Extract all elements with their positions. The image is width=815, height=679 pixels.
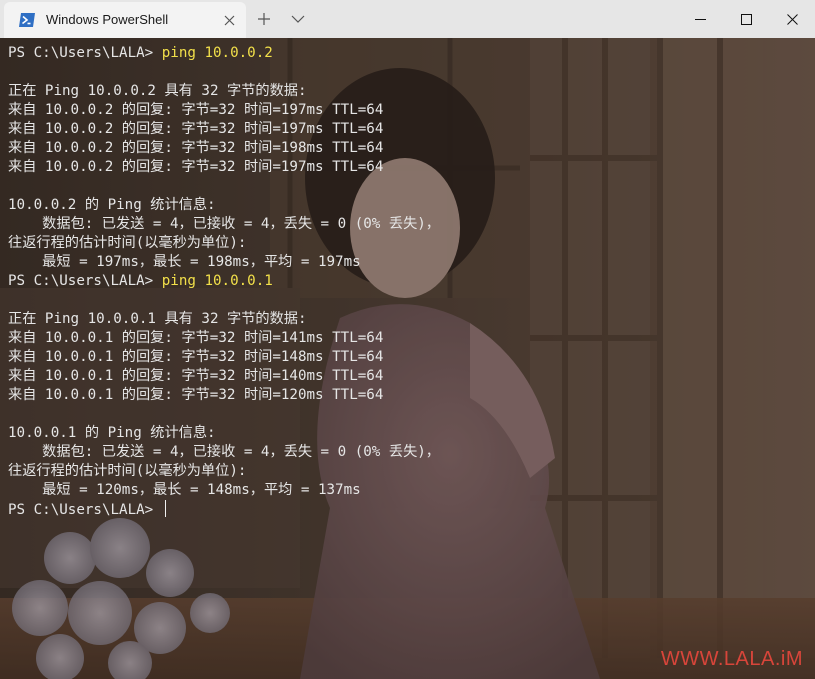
minimize-icon xyxy=(694,18,706,20)
output-line: 最短 = 120ms，最长 = 148ms，平均 = 137ms xyxy=(8,482,361,498)
title-bar[interactable]: Windows PowerShell xyxy=(0,0,815,38)
output-line: 来自 10.0.0.2 的回复: 字节=32 时间=197ms TTL=64 xyxy=(8,121,384,137)
prompt-line: PS C:\Users\LALA> ping 10.0.0.2 xyxy=(8,44,808,63)
output-line: 10.0.0.2 的 Ping 统计信息: xyxy=(8,197,216,213)
minimize-button[interactable] xyxy=(677,0,723,38)
maximize-button[interactable] xyxy=(723,0,769,38)
output-line: 来自 10.0.0.1 的回复: 字节=32 时间=120ms TTL=64 xyxy=(8,387,384,403)
close-window-button[interactable] xyxy=(769,0,815,38)
output-line: 来自 10.0.0.1 的回复: 字节=32 时间=140ms TTL=64 xyxy=(8,368,384,384)
maximize-icon xyxy=(740,13,752,25)
terminal-pane[interactable]: PS C:\Users\LALA> ping 10.0.0.2 正在 Ping 1… xyxy=(0,38,815,679)
powershell-window: Windows PowerShell PS C:\Users\LALA> pin… xyxy=(0,0,815,679)
output-line: 来自 10.0.0.2 的回复: 字节=32 时间=197ms TTL=64 xyxy=(8,159,384,175)
command-text: ping 10.0.0.1 xyxy=(161,273,273,289)
output-line: 来自 10.0.0.1 的回复: 字节=32 时间=141ms TTL=64 xyxy=(8,330,384,346)
chevron-down-icon xyxy=(291,15,305,23)
command-text: ping 10.0.0.2 xyxy=(161,45,273,61)
prompt-text: PS C:\Users\LALA> xyxy=(8,502,162,518)
prompt-text: PS C:\Users\LALA> xyxy=(8,45,162,61)
prompt-line: PS C:\Users\LALA> ping 10.0.0.1 xyxy=(8,272,808,291)
output-line: 正在 Ping 10.0.0.2 具有 32 字节的数据: xyxy=(8,83,307,99)
text-cursor xyxy=(164,500,166,517)
terminal-output[interactable]: PS C:\Users\LALA> ping 10.0.0.2 正在 Ping 1… xyxy=(8,44,808,519)
close-icon xyxy=(786,13,798,25)
prompt-line: PS C:\Users\LALA> xyxy=(8,500,808,519)
watermark: WWW.LALA.iM xyxy=(660,648,803,670)
output-line: 来自 10.0.0.2 的回复: 字节=32 时间=197ms TTL=64 xyxy=(8,102,384,118)
tab-title: Windows PowerShell xyxy=(46,12,169,27)
output-line: 数据包: 已发送 = 4，已接收 = 4，丢失 = 0 (0% 丢失)， xyxy=(8,216,440,232)
tab-dropdown-button[interactable] xyxy=(282,0,314,38)
plus-icon xyxy=(258,13,270,25)
powershell-icon xyxy=(18,12,36,28)
output-line: 来自 10.0.0.2 的回复: 字节=32 时间=198ms TTL=64 xyxy=(8,140,384,156)
output-line: 数据包: 已发送 = 4，已接收 = 4，丢失 = 0 (0% 丢失)， xyxy=(8,444,440,460)
output-line: 10.0.0.1 的 Ping 统计信息: xyxy=(8,425,216,441)
tab-windows-powershell[interactable]: Windows PowerShell xyxy=(4,2,246,38)
output-line: 最短 = 197ms，最长 = 198ms，平均 = 197ms xyxy=(8,254,361,270)
prompt-text: PS C:\Users\LALA> xyxy=(8,273,162,289)
output-line: 往返行程的估计时间(以毫秒为单位): xyxy=(8,463,247,479)
new-tab-button[interactable] xyxy=(248,0,280,38)
close-tab-icon[interactable] xyxy=(220,11,238,29)
output-line: 正在 Ping 10.0.0.1 具有 32 字节的数据: xyxy=(8,311,307,327)
output-line: 来自 10.0.0.1 的回复: 字节=32 时间=148ms TTL=64 xyxy=(8,349,384,365)
output-line: 往返行程的估计时间(以毫秒为单位): xyxy=(8,235,247,251)
